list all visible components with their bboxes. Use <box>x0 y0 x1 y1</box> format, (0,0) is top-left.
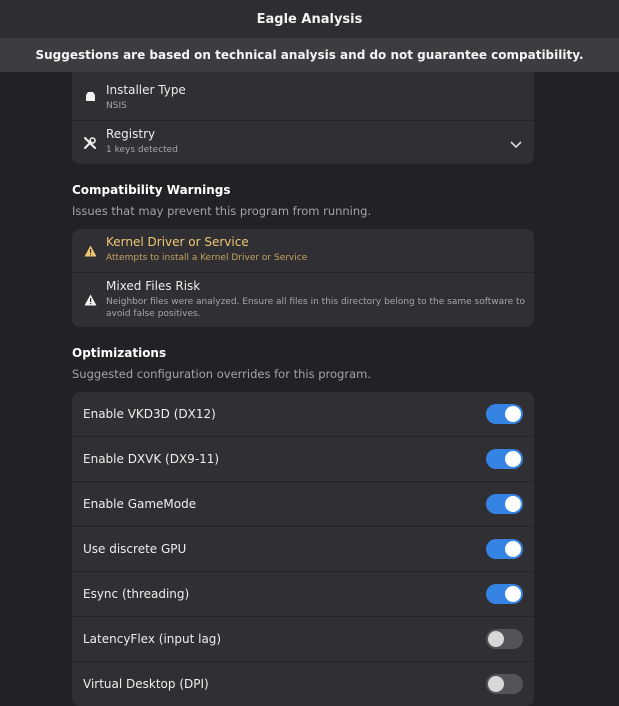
toggle-switch[interactable] <box>486 629 523 649</box>
registry-value: 1 keys detected <box>106 145 178 155</box>
banner-text: Suggestions are based on technical analy… <box>35 48 584 62</box>
scroll-content[interactable]: Installer Type NSIS Registry 1 keys dete… <box>72 72 534 706</box>
toggle-knob <box>505 541 521 557</box>
option-label: Virtual Desktop (DPI) <box>83 677 209 691</box>
option-row-virtual-desktop[interactable]: Virtual Desktop (DPI) <box>72 661 534 706</box>
installer-type-value: NSIS <box>106 101 127 111</box>
warnings-heading: Compatibility Warnings <box>72 183 231 197</box>
option-row-esync[interactable]: Esync (threading) <box>72 571 534 616</box>
toggle-knob <box>505 406 521 422</box>
warning-description: Attempts to install a Kernel Driver or S… <box>106 253 308 263</box>
toggle-knob <box>505 451 521 467</box>
window-title: Eagle Analysis <box>256 11 363 27</box>
option-row-gamemode[interactable]: Enable GameMode <box>72 481 534 526</box>
toggle-switch[interactable] <box>486 674 523 694</box>
toggle-knob <box>505 496 521 512</box>
installer-type-label: Installer Type <box>106 83 186 97</box>
optimizations-subtitle: Suggested configuration overrides for th… <box>72 367 371 381</box>
window-titlebar: Eagle Analysis <box>0 0 619 38</box>
registry-row[interactable]: Registry 1 keys detected <box>72 120 534 164</box>
toggle-knob <box>488 631 504 647</box>
warnings-card: Kernel Driver or Service Attempts to ins… <box>72 229 534 327</box>
warning-icon <box>82 243 98 259</box>
option-label: Enable GameMode <box>83 497 197 511</box>
toggle-knob <box>488 676 504 692</box>
info-card: Installer Type NSIS Registry 1 keys dete… <box>72 72 534 164</box>
option-label: Use discrete GPU <box>83 542 187 556</box>
chevron-down-icon[interactable] <box>510 133 522 152</box>
toggle-switch[interactable] <box>486 404 523 424</box>
warning-item: Kernel Driver or Service Attempts to ins… <box>72 229 534 272</box>
option-label: Enable DXVK (DX9-11) <box>83 452 220 466</box>
package-icon <box>82 88 98 104</box>
toggle-switch[interactable] <box>486 494 523 514</box>
option-label: LatencyFlex (input lag) <box>83 632 222 646</box>
toggle-switch[interactable] <box>486 584 523 604</box>
installer-type-row: Installer Type NSIS <box>72 72 534 120</box>
toggle-knob <box>505 586 521 602</box>
warning-description-line-1: Neighbor files were analyzed. Ensure all… <box>106 297 526 307</box>
warning-description-line-2: avoid false positives. <box>106 309 201 319</box>
option-row-vkd3d[interactable]: Enable VKD3D (DX12) <box>72 392 534 436</box>
option-label: Esync (threading) <box>83 587 190 601</box>
optimizations-card: Enable VKD3D (DX12) Enable DXVK (DX9-11)… <box>72 392 534 706</box>
option-row-dxvk[interactable]: Enable DXVK (DX9-11) <box>72 436 534 481</box>
option-label: Enable VKD3D (DX12) <box>83 407 216 421</box>
warning-title: Mixed Files Risk <box>106 279 201 293</box>
option-row-latencyflex[interactable]: LatencyFlex (input lag) <box>72 616 534 661</box>
option-row-discrete-gpu[interactable]: Use discrete GPU <box>72 526 534 571</box>
toggle-switch[interactable] <box>486 539 523 559</box>
tools-icon <box>82 135 98 151</box>
toggle-switch[interactable] <box>486 449 523 469</box>
warning-item: Mixed Files Risk Neighbor files were ana… <box>72 272 534 327</box>
optimizations-heading: Optimizations <box>72 346 167 360</box>
warning-icon <box>82 292 98 308</box>
disclaimer-banner: Suggestions are based on technical analy… <box>0 38 619 72</box>
warnings-subtitle: Issues that may prevent this program fro… <box>72 204 372 218</box>
registry-label: Registry <box>106 127 156 141</box>
warning-title: Kernel Driver or Service <box>106 235 249 249</box>
